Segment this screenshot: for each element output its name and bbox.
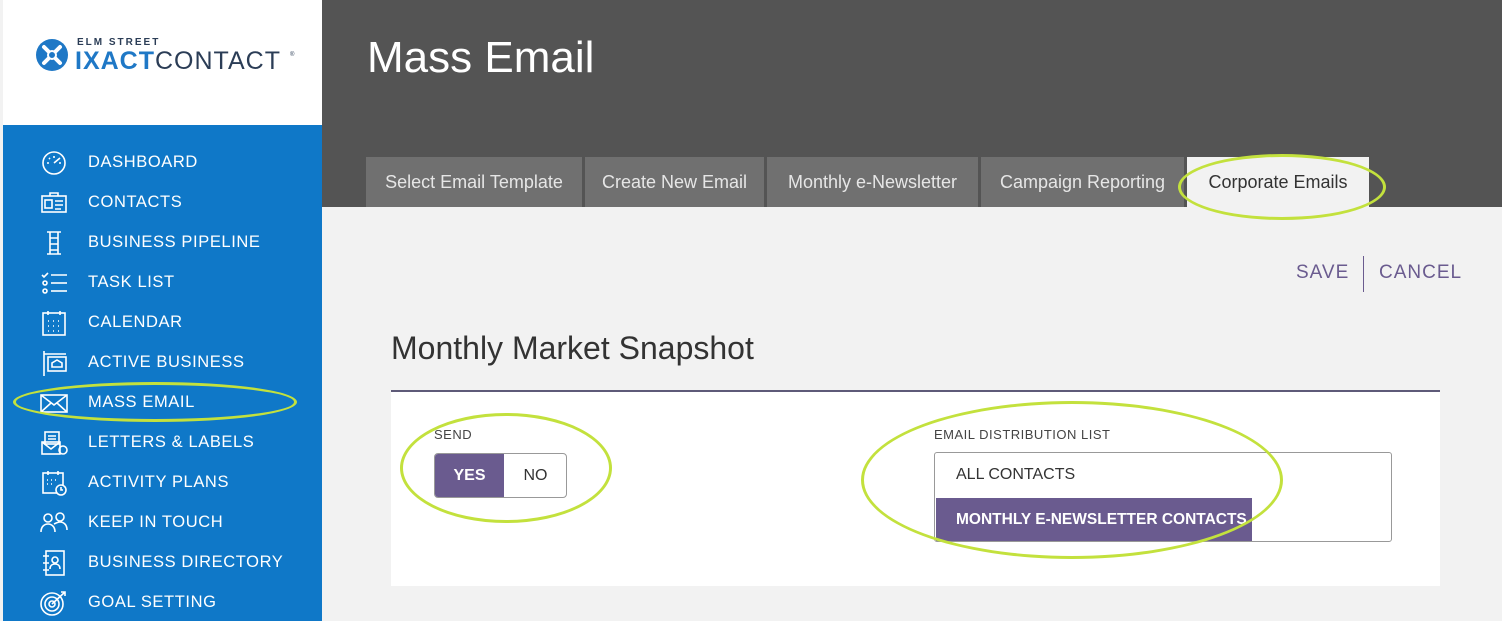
letters-icon xyxy=(41,431,68,455)
sidebar-item-label: BUSINESS PIPELINE xyxy=(88,233,261,251)
house-sign-icon xyxy=(43,351,67,376)
header: Mass Email Select Email Template Create … xyxy=(322,0,1502,207)
tab-campaign-reporting[interactable]: Campaign Reporting xyxy=(981,157,1184,207)
section-title: Monthly Market Snapshot xyxy=(391,330,754,366)
send-label: SEND xyxy=(434,427,473,442)
action-divider xyxy=(1363,256,1364,292)
sidebar-item-label: MASS EMAIL xyxy=(88,393,195,411)
pipeline-icon xyxy=(47,231,61,255)
tab-corporate-emails[interactable]: Corporate Emails xyxy=(1187,157,1369,207)
checklist-icon xyxy=(41,272,67,294)
tab-create-new-email[interactable]: Create New Email xyxy=(585,157,764,207)
sidebar-item-goal-setting[interactable]: GOAL SETTING xyxy=(3,584,322,620)
logo-brand-part2: CONTACT xyxy=(155,47,281,75)
logo-trademark: ® xyxy=(290,52,295,58)
logo-area: ELM STREET IXACTCONTACT ® xyxy=(3,0,322,125)
sidebar-item-keep-in-touch[interactable]: KEEP IN TOUCH xyxy=(3,504,322,540)
contacts-card-icon xyxy=(41,192,67,213)
sidebar-item-label: DASHBOARD xyxy=(88,153,198,171)
distribution-option-monthly-contacts[interactable]: MONTHLY E-NEWSLETTER CONTACTS xyxy=(936,498,1252,541)
sidebar-item-contacts[interactable]: CONTACTS xyxy=(3,184,322,220)
sidebar-item-label: TASK LIST xyxy=(88,273,175,291)
calendar-icon xyxy=(42,311,66,336)
tab-monthly-e-newsletter[interactable]: Monthly e-Newsletter xyxy=(767,157,978,207)
distribution-list-label: EMAIL DISTRIBUTION LIST xyxy=(934,427,1111,442)
send-yes-button[interactable]: YES xyxy=(435,454,504,497)
directory-book-icon xyxy=(43,550,65,576)
logo-mark-icon xyxy=(36,39,68,71)
send-toggle: YES NO xyxy=(434,453,567,498)
target-icon xyxy=(40,591,66,616)
sidebar-item-active-business[interactable]: ACTIVE BUSINESS xyxy=(3,344,322,380)
logo-wordmark: IXACTCONTACT xyxy=(75,47,281,75)
sidebar-item-activity-plans[interactable]: ACTIVITY PLANS xyxy=(3,464,322,500)
sidebar-item-business-directory[interactable]: BUSINESS DIRECTORY xyxy=(3,544,322,580)
envelope-icon xyxy=(40,394,68,413)
distribution-option-all-contacts[interactable]: ALL CONTACTS xyxy=(936,454,1252,496)
sidebar-item-task-list[interactable]: TASK LIST xyxy=(3,264,322,300)
tab-select-email-template[interactable]: Select Email Template xyxy=(366,157,582,207)
calendar-clock-icon xyxy=(42,471,67,496)
speedometer-icon xyxy=(42,151,66,175)
send-no-button[interactable]: NO xyxy=(504,454,566,497)
sidebar-item-label: BUSINESS DIRECTORY xyxy=(88,553,284,571)
sidebar-item-label: LETTERS & LABELS xyxy=(88,433,255,451)
sidebar-item-label: GOAL SETTING xyxy=(88,593,217,611)
sidebar-item-label: ACTIVITY PLANS xyxy=(88,473,230,491)
sidebar-item-label: CALENDAR xyxy=(88,313,183,331)
sidebar-item-calendar[interactable]: CALENDAR xyxy=(3,304,322,340)
distribution-list-select[interactable]: ALL CONTACTS MONTHLY E-NEWSLETTER CONTAC… xyxy=(934,452,1392,542)
sidebar-item-dashboard[interactable]: DASHBOARD xyxy=(3,144,322,180)
sidebar-item-letters-labels[interactable]: LETTERS & LABELS xyxy=(3,424,322,460)
cancel-button[interactable]: CANCEL xyxy=(1379,262,1462,284)
sidebar-item-label: CONTACTS xyxy=(88,193,183,211)
sidebar: DASHBOARD CONTACTS BUSINESS PIPELINE TAS… xyxy=(3,125,322,621)
logo-brand-part1: IXACT xyxy=(75,47,155,75)
people-icon xyxy=(40,512,68,533)
sidebar-item-label: ACTIVE BUSINESS xyxy=(88,353,245,371)
page-title: Mass Email xyxy=(367,33,595,82)
sidebar-item-mass-email[interactable]: MASS EMAIL xyxy=(3,384,322,420)
save-button[interactable]: SAVE xyxy=(1296,262,1349,284)
sidebar-item-business-pipeline[interactable]: BUSINESS PIPELINE xyxy=(3,224,322,260)
sidebar-item-label: KEEP IN TOUCH xyxy=(88,513,224,531)
